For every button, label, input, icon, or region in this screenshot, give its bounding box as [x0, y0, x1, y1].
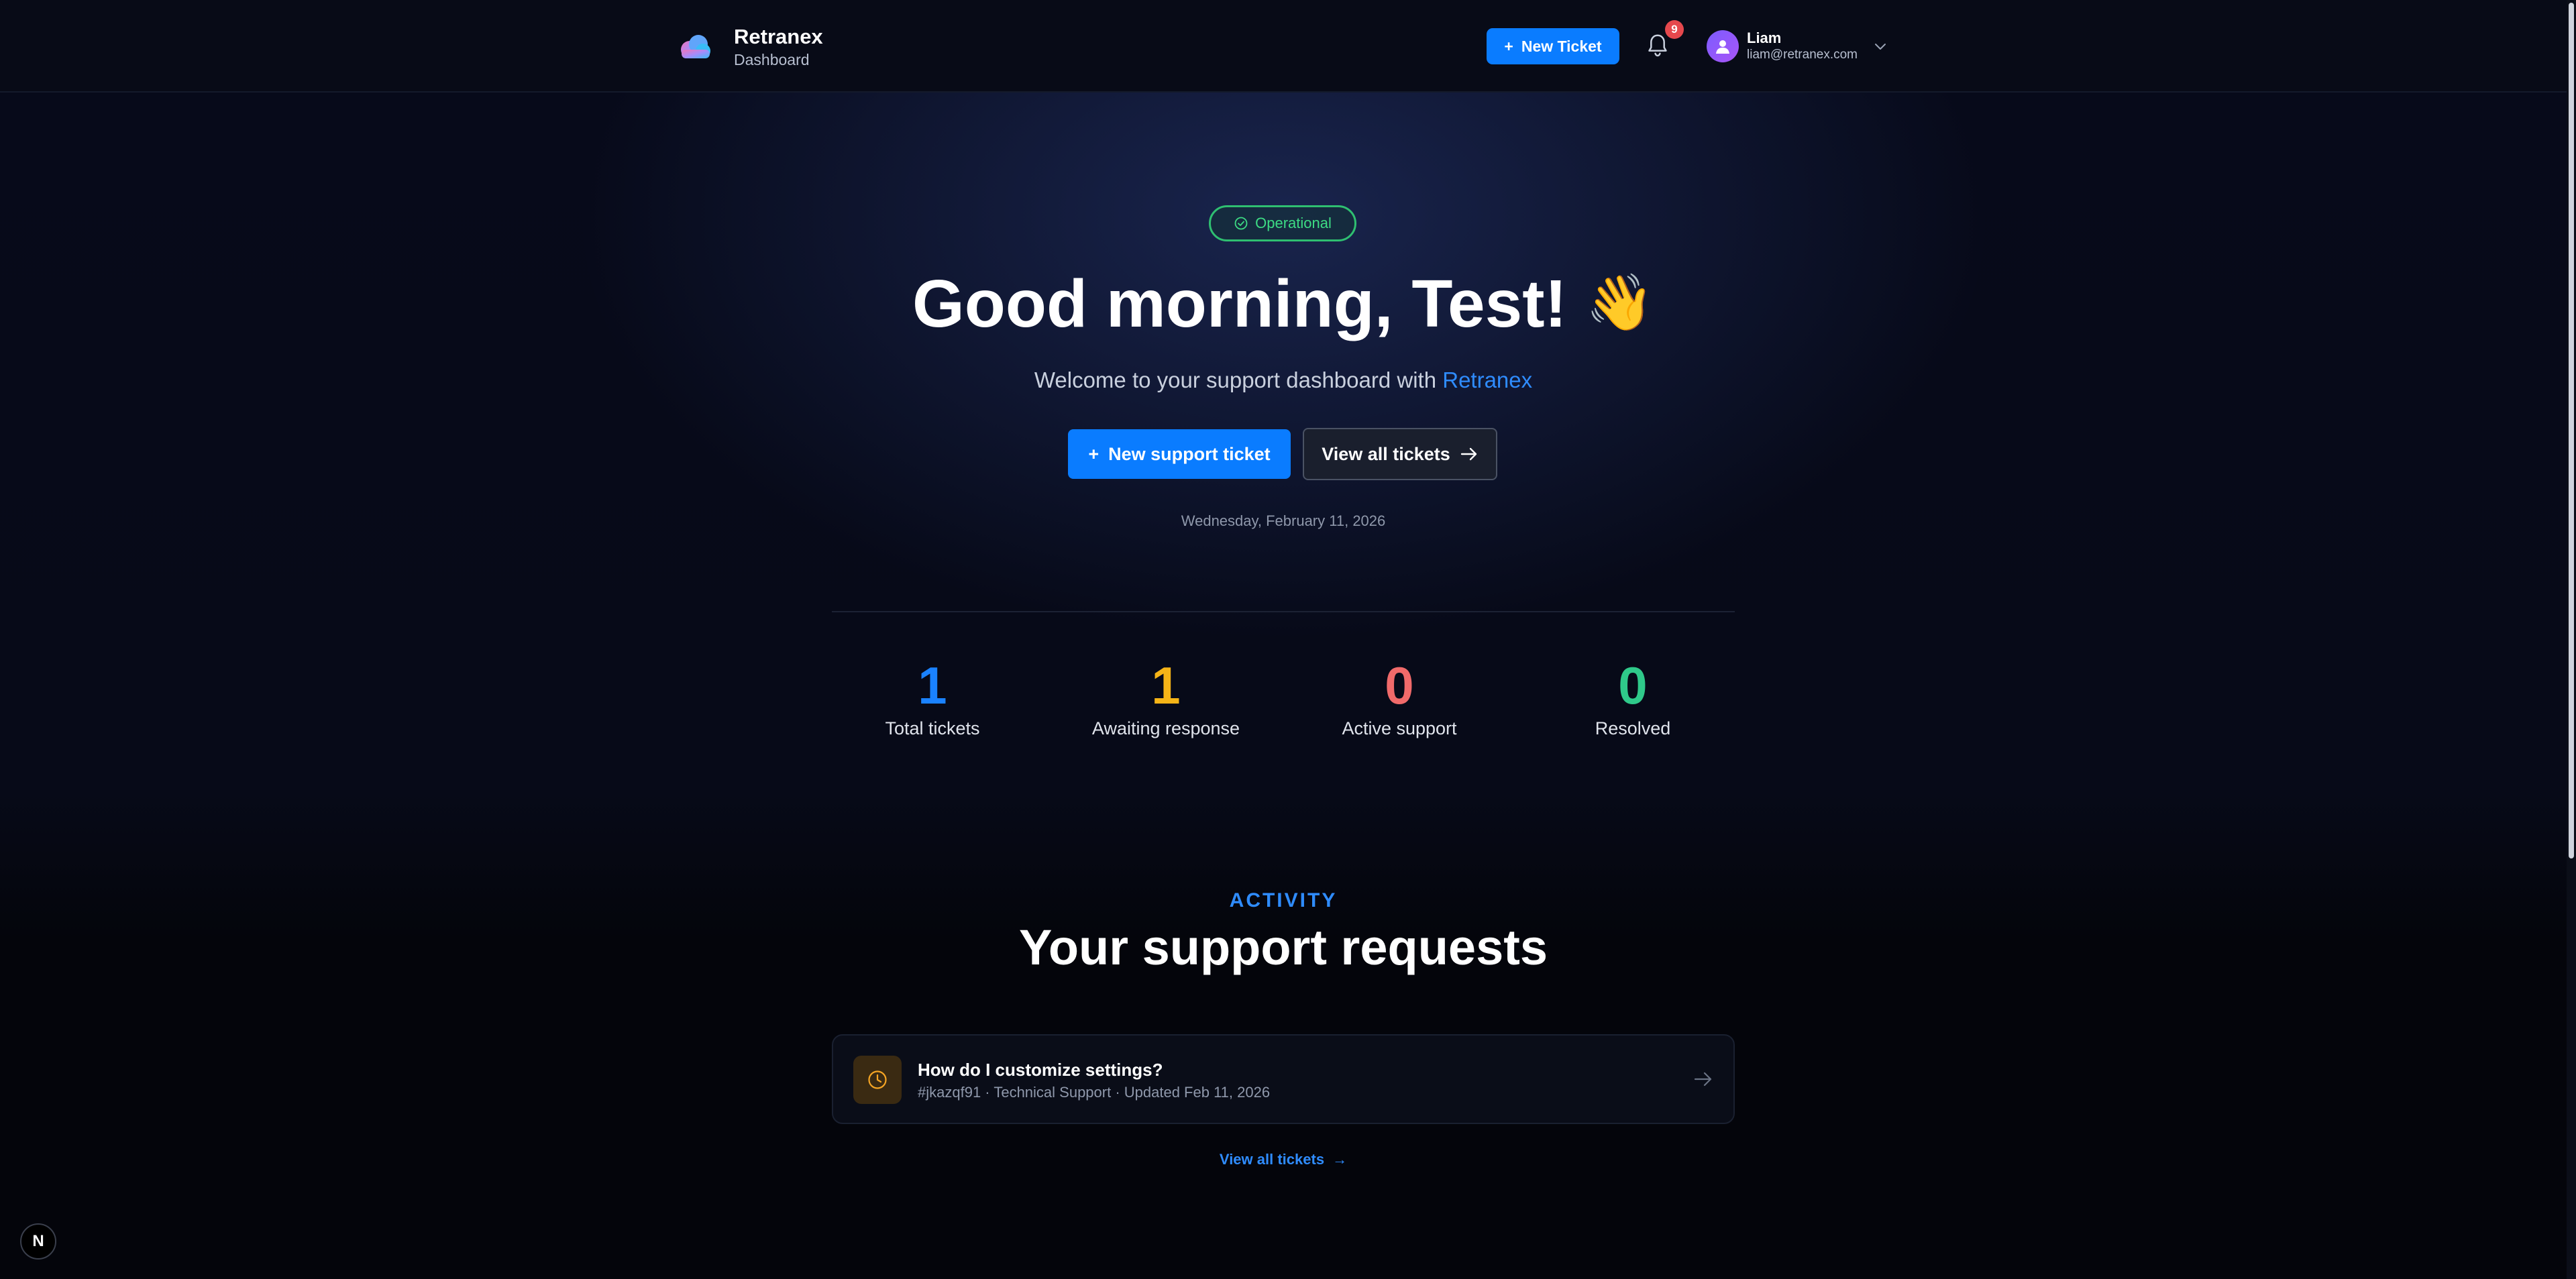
arrow-right-icon	[1694, 1072, 1712, 1087]
view-all-tickets-link[interactable]: View all tickets →	[0, 1151, 2567, 1168]
section-eyebrow: ACTIVITY	[1229, 889, 1338, 911]
ticket-list-item[interactable]: How do I customize settings? #jkazqf91 ·…	[832, 1034, 1735, 1124]
plus-icon: +	[1088, 443, 1099, 464]
arrow-right-icon	[1460, 447, 1477, 461]
user-name: Liam	[1747, 30, 1782, 46]
dev-tools-badge[interactable]: N	[20, 1223, 56, 1260]
new-support-ticket-label: New support ticket	[1108, 443, 1271, 464]
brand[interactable]: Retranex Dashboard	[676, 24, 823, 70]
status-label: Operational	[1255, 215, 1332, 231]
plus-icon: +	[1504, 37, 1513, 55]
bell-icon[interactable]	[1646, 34, 1669, 58]
welcome-prefix: Welcome to your support dashboard with	[1034, 368, 1437, 392]
stat-label: Active support	[1342, 718, 1457, 738]
view-all-tickets-label: View all tickets	[1322, 443, 1450, 464]
view-all-link-label: View all tickets	[1219, 1151, 1325, 1168]
current-date: Wednesday, February 11, 2026	[1181, 512, 1386, 529]
header-new-ticket-label: New Ticket	[1521, 37, 1602, 55]
top-navbar: Retranex Dashboard + New Ticket 9 Liam l…	[0, 0, 2567, 93]
stat-total-tickets: 1 Total tickets	[832, 653, 1033, 740]
stat-label: Total tickets	[885, 718, 980, 738]
notification-badge: 9	[1665, 20, 1684, 39]
greeting-heading: Good morning, Test! 👋	[0, 263, 2567, 344]
chevron-down-icon	[1875, 44, 1886, 50]
scrollbar-thumb[interactable]	[2569, 3, 2574, 858]
ticket-meta: #jkazqf91 · Technical Support · Updated …	[918, 1084, 1271, 1101]
brand-subtitle: Dashboard	[734, 51, 810, 68]
user-email: liam@retranex.com	[1747, 48, 1858, 62]
clock-icon	[868, 1070, 887, 1089]
check-circle-icon	[1234, 217, 1248, 230]
section-title: Your support requests	[1018, 920, 1548, 975]
ticket-status-icon-wrap	[853, 1056, 902, 1104]
stat-value: 0	[1618, 656, 1648, 715]
status-badge: Operational	[1209, 205, 1356, 241]
page: Retranex Dashboard + New Ticket 9 Liam l…	[0, 0, 2576, 1279]
view-all-tickets-button[interactable]: View all tickets	[1303, 428, 1497, 480]
stat-label: Resolved	[1595, 718, 1671, 738]
greeting-text: Good morning, Test!	[912, 266, 1567, 341]
divider	[832, 611, 1735, 612]
stat-value: 0	[1385, 656, 1414, 715]
avatar	[1707, 30, 1739, 62]
stat-active-support: 0 Active support	[1299, 653, 1500, 740]
user-menu[interactable]: Liam liam@retranex.com	[1707, 30, 1887, 63]
cloud-logo-icon	[681, 35, 710, 58]
header-new-ticket-button[interactable]: + New Ticket	[1487, 28, 1619, 64]
welcome-brand: Retranex	[1442, 368, 1533, 392]
stat-label: Awaiting response	[1091, 718, 1240, 738]
stat-value: 1	[918, 656, 947, 715]
arrow-right-icon: →	[1332, 1151, 1348, 1168]
new-support-ticket-button[interactable]: + New support ticket	[1068, 429, 1291, 479]
brand-name: Retranex	[734, 25, 823, 48]
stat-awaiting-response: 1 Awaiting response	[1065, 653, 1267, 740]
welcome-text: Welcome to your support dashboard with R…	[0, 366, 2567, 394]
waving-hand-icon: 👋	[1585, 271, 1654, 335]
ticket-title: How do I customize settings?	[918, 1060, 1163, 1080]
stat-resolved: 0 Resolved	[1532, 653, 1733, 740]
stat-value: 1	[1151, 656, 1181, 715]
user-icon	[1716, 40, 1729, 54]
